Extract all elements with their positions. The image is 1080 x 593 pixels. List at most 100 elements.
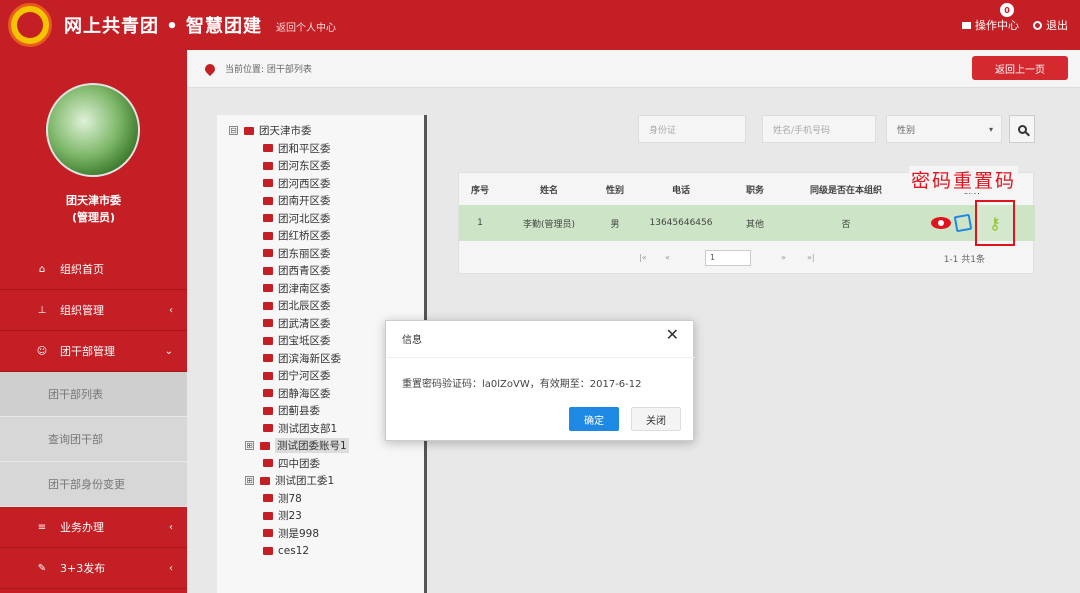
caret-down-icon: ▾	[988, 124, 993, 134]
chevron-left-icon: ‹	[169, 521, 173, 533]
sidebar-subitem-identity-change[interactable]: 团干部身份变更	[0, 462, 187, 507]
folder-icon	[263, 424, 273, 433]
tree-node-label: 测试团支部1	[278, 422, 338, 435]
power-icon	[1033, 20, 1042, 30]
dialog-divider	[386, 357, 695, 358]
reset-password-key-button[interactable]: ⚷	[975, 200, 1015, 246]
name-phone-input[interactable]: 姓名/手机号码	[762, 115, 876, 143]
col-index: 序号	[470, 185, 489, 196]
expand-icon[interactable]: ⊞	[245, 441, 254, 451]
tree-node-label: 团武清区委	[278, 317, 331, 330]
sidebar: 团天津市委 (管理员) ⌂ 组织首页 ⊥ 组织管理 ‹ ☺ 团干部管理 ⌄ 团干…	[0, 50, 187, 593]
folder-icon	[263, 546, 273, 555]
folder-icon	[263, 354, 273, 363]
sidebar-item-cadre-management[interactable]: ☺ 团干部管理 ⌄	[0, 331, 187, 372]
col-name: 姓名	[539, 185, 558, 196]
tree-node[interactable]: 团河东区委	[217, 157, 424, 175]
sidebar-subitem-cadre-list[interactable]: 团干部列表	[0, 372, 187, 417]
collapse-icon[interactable]: ⊟	[229, 126, 238, 136]
tree-node-label: 团津南区委	[278, 282, 331, 295]
close-icon[interactable]: ✕	[666, 325, 679, 345]
logout-link[interactable]: 退出	[1033, 17, 1068, 33]
list-icon: ≡	[37, 521, 47, 533]
key-icon: ⚷	[989, 213, 1001, 233]
tree-node-label: 团天津市委	[259, 125, 312, 138]
expand-icon[interactable]: ⊞	[245, 476, 254, 486]
chevron-left-icon: ‹	[169, 562, 173, 574]
confirm-button[interactable]: 确定	[569, 407, 619, 431]
back-button[interactable]: 返回上一页	[972, 56, 1068, 80]
tree-node[interactable]: ces12	[217, 542, 424, 560]
view-eye-icon[interactable]	[931, 217, 951, 229]
folder-icon	[263, 494, 273, 503]
tree-node[interactable]: 团河西区委	[217, 175, 424, 193]
chevron-left-icon: ‹	[169, 304, 173, 316]
ops-center-link[interactable]: 操作中心 0	[962, 3, 1019, 33]
user-name: 团天津市委	[66, 194, 121, 207]
tree-node[interactable]: 团南开区委	[217, 192, 424, 210]
tree-node-label: 团南开区委	[278, 195, 331, 208]
dialog-message: 重置密码验证码：la0lZoVW，有效期至：2017-6-12	[402, 379, 642, 390]
folder-icon	[263, 161, 273, 170]
back-to-personal-center-link[interactable]: 返回个人中心	[276, 19, 336, 34]
cell-title: 其他	[745, 219, 764, 230]
tree-node[interactable]: 团津南区委	[217, 280, 424, 298]
tree-node[interactable]: ⊟ 团天津市委	[217, 122, 424, 140]
tree-node[interactable]: 团北辰区委	[217, 297, 424, 315]
folder-icon	[263, 319, 273, 328]
first-page-button[interactable]: |«	[639, 253, 647, 262]
tree-node[interactable]: 测23	[217, 507, 424, 525]
folder-icon	[263, 389, 273, 398]
tree-node-label: 团蓟县委	[278, 405, 320, 418]
tree-node[interactable]: 测是998	[217, 525, 424, 543]
top-header: 网上共青团 • 智慧团建 返回个人中心 操作中心 0 退出	[0, 0, 1080, 50]
brand-title: 网上共青团 • 智慧团建	[64, 16, 263, 37]
close-button[interactable]: 关闭	[631, 407, 681, 431]
last-page-button[interactable]: »|	[807, 253, 815, 262]
tree-node-label: 团宁河区委	[278, 370, 331, 383]
search-button[interactable]	[1009, 115, 1035, 143]
tree-node[interactable]: ⊞ 测试团工委1	[217, 472, 424, 490]
tree-node-label: 团东丽区委	[278, 247, 331, 260]
folder-icon	[263, 459, 273, 468]
folder-icon	[263, 336, 273, 345]
page-input[interactable]: 1	[705, 250, 751, 266]
tree-node[interactable]: 团西青区委	[217, 262, 424, 280]
tree-node[interactable]: 团和平区委	[217, 140, 424, 158]
next-page-button[interactable]: »	[781, 253, 786, 262]
chevron-down-icon: ⌄	[164, 345, 173, 357]
tree-node[interactable]: 四中团委	[217, 455, 424, 473]
sidebar-item-org-home[interactable]: ⌂ 组织首页	[0, 249, 187, 290]
folder-icon	[263, 266, 273, 275]
prev-page-button[interactable]: «	[665, 253, 670, 262]
row-actions: ⚷	[911, 200, 1035, 246]
org-icon: ⊥	[37, 304, 47, 316]
home-icon: ⌂	[38, 263, 46, 275]
tree-node-label: 测78	[278, 492, 302, 505]
mail-icon	[962, 21, 971, 29]
sidebar-subitem-query-cadre[interactable]: 查询团干部	[0, 417, 187, 462]
sidebar-item-label: 3+3发布	[60, 562, 106, 575]
breadcrumb: 当前位置: 团干部列表 返回上一页	[187, 50, 1080, 88]
folder-icon	[263, 284, 273, 293]
tree-node[interactable]: 测78	[217, 490, 424, 508]
id-card-input[interactable]: 身份证	[638, 115, 746, 143]
sidebar-item-business[interactable]: ≡ 业务办理 ‹	[0, 507, 187, 548]
dialog-title: 信息	[402, 335, 422, 346]
sidebar-item-org-management[interactable]: ⊥ 组织管理 ‹	[0, 290, 187, 331]
folder-icon	[263, 249, 273, 258]
breadcrumb-text: 当前位置: 团干部列表	[225, 65, 312, 75]
sidebar-item-publish[interactable]: ✎ 3+3发布 ‹	[0, 548, 187, 589]
tree-node[interactable]: 团东丽区委	[217, 245, 424, 263]
tree-node[interactable]: 团河北区委	[217, 210, 424, 228]
edit-icon[interactable]	[953, 213, 973, 233]
folder-icon	[263, 214, 273, 223]
gender-select[interactable]: 性别 ▾	[886, 115, 1002, 143]
table-row: 1 李勤(管理员) 男 13645646456 其他 否 ⚷	[459, 200, 1035, 246]
sidebar-item-label: 业务办理	[60, 521, 104, 534]
tree-node-label: 测23	[278, 510, 302, 523]
tree-node-label: ces12	[278, 544, 310, 557]
tree-node[interactable]: 团红桥区委	[217, 227, 424, 245]
col-gender: 性别	[605, 185, 624, 196]
gender-select-value: 性别	[897, 125, 916, 136]
